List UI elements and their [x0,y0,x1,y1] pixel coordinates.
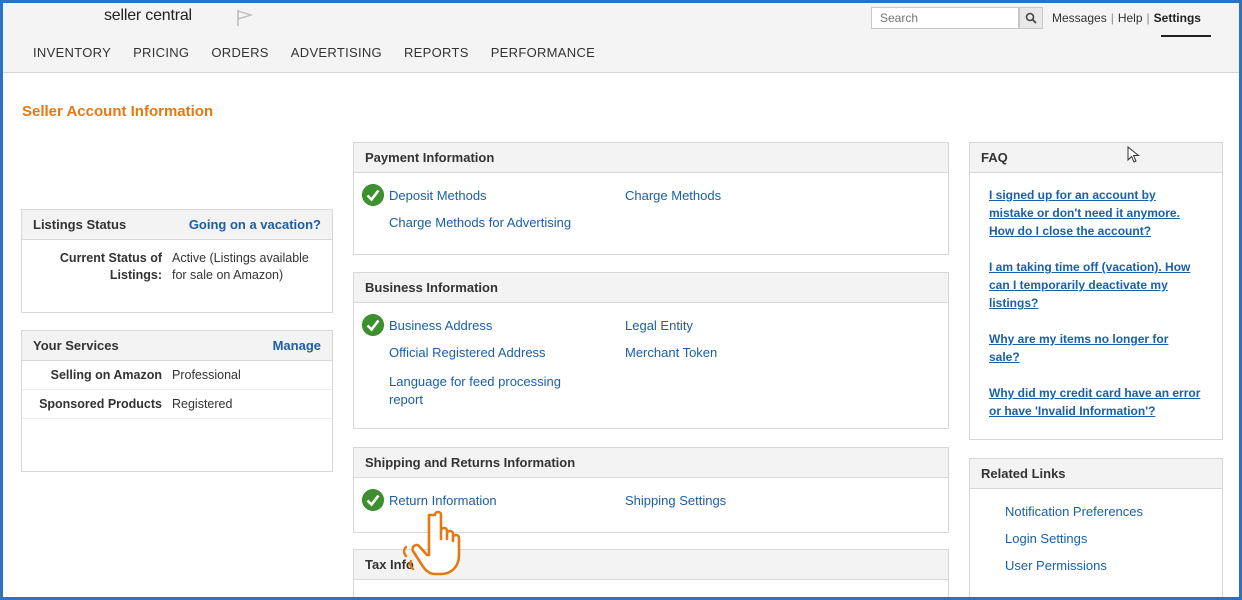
check-icon [362,314,384,336]
service-name: Sponsored Products [39,397,162,411]
nav-reports[interactable]: REPORTS [404,45,469,60]
nav-orders[interactable]: ORDERS [211,45,268,60]
merchant-token-link[interactable]: Merchant Token [625,345,717,360]
settings-link[interactable]: Settings [1154,11,1201,25]
flag-icon[interactable] [235,9,255,27]
nav-advertising[interactable]: ADVERTISING [291,45,382,60]
listings-status-panel: Listings Status Going on a vacation? Cur… [21,209,333,313]
business-address-link[interactable]: Business Address [389,318,492,333]
payment-information-header: Payment Information [354,143,948,173]
listings-status-row: Current Status of Listings: Active (List… [22,250,332,284]
payment-information-title: Payment Information [365,150,495,165]
listings-status-key: Current Status of Listings: [59,251,162,282]
your-services-panel: Your Services Manage Selling on Amazon P… [21,330,333,472]
business-information-panel: Business Information Business Address Le… [353,272,949,429]
related-links-title: Related Links [981,466,1066,481]
search-button[interactable] [1019,7,1043,29]
payment-information-panel: Payment Information Deposit Methods Char… [353,142,949,255]
shipping-returns-header: Shipping and Returns Information [354,448,948,478]
settings-active-indicator [1161,35,1211,37]
service-status: Professional [172,368,241,382]
feed-language-link[interactable]: Language for feed processing report [389,373,579,409]
official-registered-address-link[interactable]: Official Registered Address [389,345,546,360]
logo[interactable]: seller central [104,7,192,25]
business-information-title: Business Information [365,280,498,295]
messages-link[interactable]: Messages [1052,11,1107,25]
legal-entity-link[interactable]: Legal Entity [625,318,693,333]
related-links-panel: Related Links Notification Preferences L… [969,458,1223,597]
search-input[interactable] [871,7,1019,29]
faq-list: I signed up for an account by mistake or… [970,173,1222,420]
faq-title: FAQ [981,150,1008,165]
mouse-cursor-icon [1127,146,1140,163]
service-name: Selling on Amazon [50,368,162,382]
nav-pricing[interactable]: PRICING [133,45,189,60]
shipping-settings-link[interactable]: Shipping Settings [625,493,726,508]
top-bar: seller central Messages | Help | Setting… [3,3,1239,73]
return-information-link[interactable]: Return Information [389,493,497,508]
service-row: Selling on Amazon Professional [22,361,332,390]
nav-inventory[interactable]: INVENTORY [33,45,111,60]
faq-panel: FAQ I signed up for an account by mistak… [969,142,1223,440]
listings-status-header: Listings Status Going on a vacation? [22,210,332,240]
faq-item[interactable]: Why are my items no longer for sale? [989,330,1202,366]
check-icon [362,489,384,511]
charge-methods-advertising-link[interactable]: Charge Methods for Advertising [389,215,571,230]
listings-status-value: Active (Listings available for sale on A… [172,251,309,282]
check-icon [362,184,384,206]
deposit-methods-link[interactable]: Deposit Methods [389,188,487,203]
hand-pointer-icon [402,510,461,576]
faq-item[interactable]: I signed up for an account by mistake or… [989,186,1202,240]
faq-item[interactable]: Why did my credit card have an error or … [989,384,1202,420]
nav-performance[interactable]: PERFORMANCE [491,45,595,60]
charge-methods-link[interactable]: Charge Methods [625,188,721,203]
user-permissions-link[interactable]: User Permissions [1005,558,1107,573]
related-links-header: Related Links [970,459,1222,489]
page-title: Seller Account Information [22,103,214,120]
faq-item[interactable]: I am taking time off (vacation). How can… [989,258,1202,312]
help-link[interactable]: Help [1118,11,1143,25]
app-frame: seller central Messages | Help | Setting… [3,3,1239,597]
vacation-link[interactable]: Going on a vacation? [189,217,321,232]
notification-preferences-link[interactable]: Notification Preferences [1005,504,1143,519]
service-row: Sponsored Products Registered [22,390,332,419]
listings-status-title: Listings Status [33,217,127,232]
manage-link[interactable]: Manage [273,338,321,353]
business-information-header: Business Information [354,273,948,303]
your-services-header: Your Services Manage [22,331,332,361]
top-links: Messages | Help | Settings [1052,11,1201,25]
main-nav: INVENTORY PRICING ORDERS ADVERTISING REP… [33,45,617,60]
search-icon [1025,12,1037,24]
your-services-title: Your Services [33,338,119,353]
faq-header: FAQ [970,143,1222,173]
shipping-returns-title: Shipping and Returns Information [365,455,576,470]
service-status: Registered [172,397,233,411]
login-settings-link[interactable]: Login Settings [1005,531,1087,546]
